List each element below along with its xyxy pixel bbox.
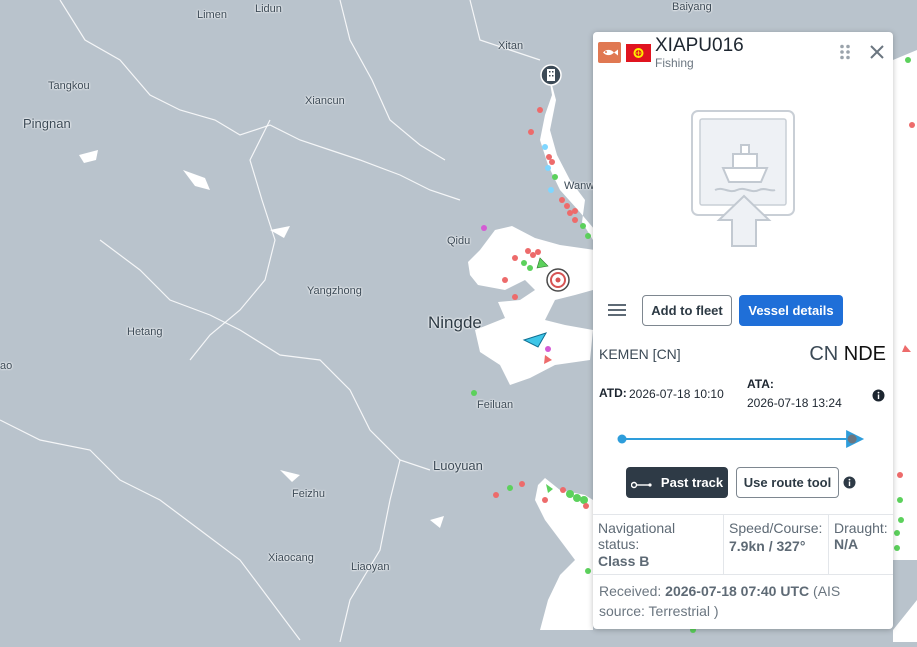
received-label: Received: xyxy=(599,583,662,599)
past-track-button[interactable]: Past track xyxy=(626,467,728,498)
speed-course-label: Speed/Course: xyxy=(729,520,823,536)
fishing-vessel-icon xyxy=(598,42,621,63)
atd-label: ATD: xyxy=(599,386,627,400)
drag-handle-icon[interactable] xyxy=(839,44,851,60)
place-label-luoyuan: Luoyuan xyxy=(433,458,483,473)
received-time: 2026-07-18 07:40 UTC xyxy=(665,583,810,599)
info-icon[interactable] xyxy=(872,389,885,402)
draught-label: Draught: xyxy=(834,520,888,536)
atd-value: 2026-07-18 10:10 xyxy=(629,387,724,401)
close-icon[interactable] xyxy=(867,42,887,62)
destination-port[interactable]: CN NDE xyxy=(809,343,886,366)
past-track-label: Past track xyxy=(660,475,724,490)
place-label-pingnan: Pingnan xyxy=(23,116,71,131)
place-label-feizhu: Feizhu xyxy=(292,488,326,500)
place-label-xiaocang: Xiaocang xyxy=(268,552,314,564)
place-label-feiluan: Feiluan xyxy=(477,399,514,411)
progress-vessel-icon xyxy=(846,430,865,448)
port-marker-icon[interactable] xyxy=(546,268,570,292)
hamburger-menu-icon[interactable] xyxy=(607,302,627,318)
voyage-progress-bar xyxy=(615,429,881,449)
place-label-hetang: Hetang xyxy=(127,326,163,338)
place-label-xitan: Xitan xyxy=(498,40,524,52)
route-tool-button[interactable]: Use route tool xyxy=(736,467,839,498)
received-info: Received: 2026-07-18 07:40 UTC (AIS sour… xyxy=(599,581,889,621)
vessel-type: Fishing xyxy=(655,56,694,70)
destination-code: NDE xyxy=(843,343,886,365)
panel-header: XIAPU016 Fishing xyxy=(593,32,893,72)
divider xyxy=(593,514,893,515)
kyrgyzstan-flag-icon xyxy=(626,44,651,62)
ata-value: 2026-07-18 13:24 xyxy=(747,396,842,410)
place-label-ningde: Ningde xyxy=(428,313,482,332)
place-label-baiyang: Baiyang xyxy=(672,1,712,13)
departure-port[interactable]: KEMEN [CN] xyxy=(599,346,681,362)
destination-country: CN xyxy=(809,343,839,365)
divider xyxy=(828,514,829,574)
building-marker-icon[interactable] xyxy=(540,64,562,86)
divider xyxy=(723,514,724,574)
place-label-wanw: Wanw xyxy=(564,180,595,192)
ata-label: ATA: xyxy=(747,377,774,391)
past-track-icon xyxy=(630,478,653,488)
vessel-details-button[interactable]: Vessel details xyxy=(739,295,843,326)
place-label-limen: Limen xyxy=(197,9,227,21)
place-label-liaoyan: Liaoyan xyxy=(351,561,390,573)
speed-course-value: 7.9kn / 327° xyxy=(729,538,806,554)
vessel-placeholder-icon[interactable] xyxy=(691,110,797,248)
vessel-name: XIAPU016 xyxy=(655,35,744,56)
place-label-qidu: Qidu xyxy=(447,235,471,247)
place-label-xiancun: Xiancun xyxy=(305,95,345,107)
route-info-icon[interactable] xyxy=(843,476,856,489)
nav-status-value: Class B xyxy=(598,553,650,569)
add-to-fleet-button[interactable]: Add to fleet xyxy=(642,295,732,326)
place-label-tangkou: Tangkou xyxy=(48,80,90,92)
divider xyxy=(593,574,893,575)
nav-status-label: Navigational status: xyxy=(598,520,676,552)
vessel-info-panel: XIAPU016 Fishing Add to fleet Vessel det… xyxy=(593,32,893,629)
place-label-lidun: Lidun xyxy=(255,3,282,15)
place-label-ao: ao xyxy=(0,360,13,372)
place-label-yangzhong: Yangzhong xyxy=(307,285,362,297)
progress-start-dot xyxy=(617,434,627,444)
draught-value: N/A xyxy=(834,536,859,552)
